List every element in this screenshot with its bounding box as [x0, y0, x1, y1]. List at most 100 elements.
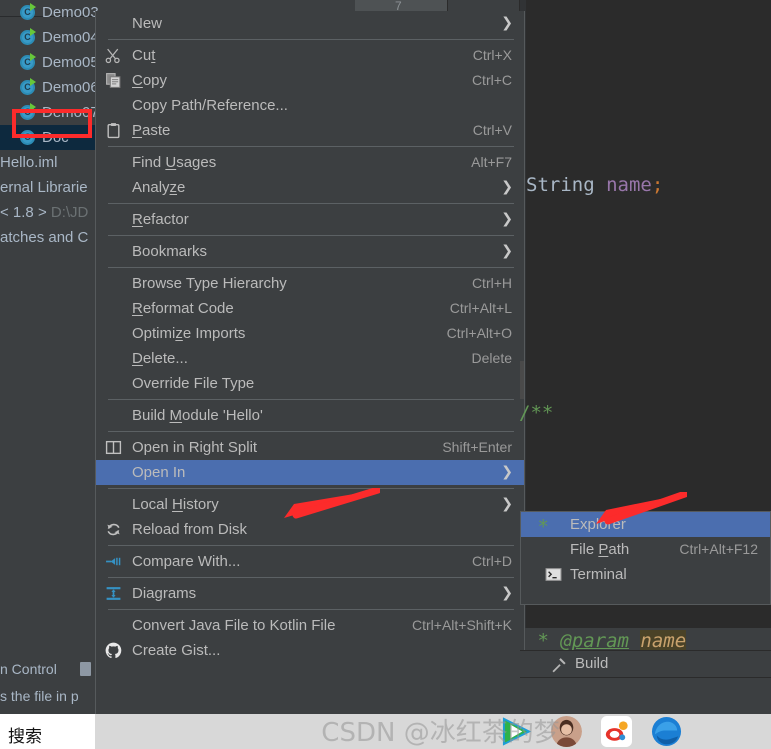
- tree-item-label: Demo07: [42, 104, 99, 121]
- menu-item-shortcut: Ctrl+C: [471, 72, 512, 88]
- menu-separator: [108, 431, 514, 432]
- java-class-icon: [20, 130, 35, 145]
- menu-item-copy-path-reference[interactable]: Copy Path/Reference...: [96, 93, 524, 118]
- menu-item-shortcut: Ctrl+Alt+Shift+K: [412, 617, 512, 633]
- menu-item-shortcut: Ctrl+Alt+O: [446, 325, 512, 341]
- menu-item-shortcut: Ctrl+X: [472, 47, 512, 63]
- menu-item-new[interactable]: New ❯: [96, 11, 524, 36]
- code-editor[interactable]: String name; /** * * @param name * @retu…: [519, 0, 771, 749]
- tool-row-hint: s the file in p: [0, 684, 95, 709]
- menu-item-label: Cut: [132, 47, 156, 64]
- menu-item-open-in[interactable]: Open In ❯: [96, 460, 524, 485]
- tree-item-label: Demo05: [42, 54, 99, 71]
- menu-item-create-gist[interactable]: Create Gist...: [96, 638, 524, 663]
- menu-separator: [108, 577, 514, 578]
- menu-separator: [108, 399, 514, 400]
- tree-item-jdk[interactable]: < 1.8 > D:\JD: [0, 200, 95, 225]
- menu-separator: [108, 203, 514, 204]
- run-arrow-icon: [30, 28, 36, 36]
- run-arrow-icon: [30, 53, 36, 61]
- file-context-menu[interactable]: New ❯ Cut Ctrl+X Copy Ctrl+C Copy Path/R…: [95, 11, 525, 749]
- windows-taskbar[interactable]: [95, 714, 771, 749]
- menu-item-cut[interactable]: Cut Ctrl+X: [96, 43, 524, 68]
- menu-item-find-usages[interactable]: Find Usages Alt+F7: [96, 150, 524, 175]
- menu-item-bookmarks[interactable]: Bookmarks ❯: [96, 239, 524, 264]
- tree-item-demo06[interactable]: Demo06: [0, 75, 99, 100]
- tree-item-demo05[interactable]: Demo05: [0, 50, 99, 75]
- menu-separator: [108, 545, 514, 546]
- chevron-right-icon: ❯: [501, 179, 513, 195]
- project-tree[interactable]: Demo03 Demo04 Demo05 Demo06 Demo07 Doc H: [0, 0, 99, 250]
- windows-search-box[interactable]: 搜索: [0, 714, 95, 749]
- tree-item-scratches[interactable]: atches and C: [0, 225, 95, 250]
- diagram-icon: [105, 585, 122, 602]
- run-arrow-icon: [30, 78, 36, 86]
- menu-item-label: Create Gist...: [132, 642, 221, 659]
- menu-item-label: Diagrams: [132, 585, 197, 602]
- menu-item-label: Reformat Code: [132, 300, 234, 317]
- menu-item-compare-with[interactable]: Compare With... Ctrl+D: [96, 549, 524, 574]
- tree-item-doc[interactable]: Doc: [0, 125, 95, 150]
- menu-item-convert-java-to-kotlin[interactable]: Convert Java File to Kotlin File Ctrl+Al…: [96, 613, 524, 638]
- menu-item-label: Paste: [132, 122, 171, 139]
- paste-icon: [105, 122, 122, 139]
- menu-item-label: Open In: [132, 464, 186, 481]
- windows-search-placeholder: 搜索: [8, 727, 42, 747]
- menu-item-reload-from-disk[interactable]: Reload from Disk: [96, 517, 524, 542]
- menu-item-copy[interactable]: Copy Ctrl+C: [96, 68, 524, 93]
- menu-separator: [108, 146, 514, 147]
- menu-item-refactor[interactable]: Refactor ❯: [96, 207, 524, 232]
- menu-item-shortcut: Ctrl+Alt+L: [449, 300, 512, 316]
- chevron-right-icon: ❯: [501, 211, 513, 227]
- chevron-right-icon: ❯: [501, 15, 513, 31]
- menu-item-open-in-right-split[interactable]: Open in Right Split Shift+Enter: [96, 435, 524, 460]
- menu-item-reformat-code[interactable]: Reformat Code Ctrl+Alt+L: [96, 296, 524, 321]
- build-tool-window-header[interactable]: Build: [520, 650, 771, 678]
- tree-item-path: D:\JD: [50, 204, 89, 221]
- media-player-icon[interactable]: [501, 716, 532, 747]
- tree-item-label: atches and C: [0, 229, 89, 246]
- weibo-icon[interactable]: [601, 716, 632, 747]
- menu-separator: [108, 609, 514, 610]
- code-line-3: /**: [519, 402, 554, 424]
- tree-item-external-libraries[interactable]: ernal Librarie: [0, 175, 95, 200]
- menu-separator: [108, 488, 514, 489]
- tree-item-label: Hello.iml: [0, 154, 58, 171]
- menu-item-build-module[interactable]: Build Module 'Hello': [96, 403, 524, 428]
- ide-status-strip: [520, 678, 771, 714]
- menu-item-label: Build Module 'Hello': [132, 407, 263, 424]
- tree-item-demo04[interactable]: Demo04: [0, 25, 99, 50]
- github-icon: [105, 642, 122, 659]
- menu-item-browse-type-hierarchy[interactable]: Browse Type Hierarchy Ctrl+H: [96, 271, 524, 296]
- menu-item-diagrams[interactable]: Diagrams ❯: [96, 581, 524, 606]
- menu-item-local-history[interactable]: Local History ❯: [96, 492, 524, 517]
- code-line-1: String name;: [526, 174, 664, 196]
- menu-item-paste[interactable]: Paste Ctrl+V: [96, 118, 524, 143]
- contact-avatar-icon[interactable]: [551, 716, 582, 747]
- tool-row-version-control[interactable]: n Control: [0, 657, 95, 682]
- menu-item-label: Refactor: [132, 211, 189, 228]
- menu-item-optimize-imports[interactable]: Optimize Imports Ctrl+Alt+O: [96, 321, 524, 346]
- menu-item-delete[interactable]: Delete... Delete: [96, 346, 524, 371]
- tree-item-demo07[interactable]: Demo07: [0, 100, 99, 125]
- tree-item-label: Demo06: [42, 79, 99, 96]
- tree-item-demo03[interactable]: Demo03: [0, 0, 99, 25]
- menu-item-analyze[interactable]: Analyze ❯: [96, 175, 524, 200]
- menu-item-shortcut: Shift+Enter: [442, 439, 512, 455]
- menu-item-shortcut: Ctrl+D: [471, 553, 512, 569]
- copy-icon: [105, 72, 122, 89]
- menu-item-label: Browse Type Hierarchy: [132, 275, 287, 292]
- menu-item-label: Copy: [132, 72, 168, 89]
- menu-separator: [108, 235, 514, 236]
- edge-browser-icon[interactable]: [651, 716, 682, 747]
- tree-item-hello-iml[interactable]: Hello.iml: [0, 150, 95, 175]
- code-line-4: *: [526, 516, 549, 538]
- chevron-right-icon: ❯: [501, 243, 513, 259]
- ide-window: 7 Demo03 Demo04 Demo05 Demo06 Demo07: [0, 0, 771, 749]
- compare-icon: [105, 553, 122, 570]
- menu-item-shortcut: Delete: [471, 350, 512, 366]
- run-arrow-icon: [30, 103, 36, 111]
- menu-item-override-file-type[interactable]: Override File Type: [96, 371, 524, 396]
- menu-item-shortcut: Ctrl+V: [472, 122, 512, 138]
- menu-item-label: Convert Java File to Kotlin File: [132, 617, 336, 634]
